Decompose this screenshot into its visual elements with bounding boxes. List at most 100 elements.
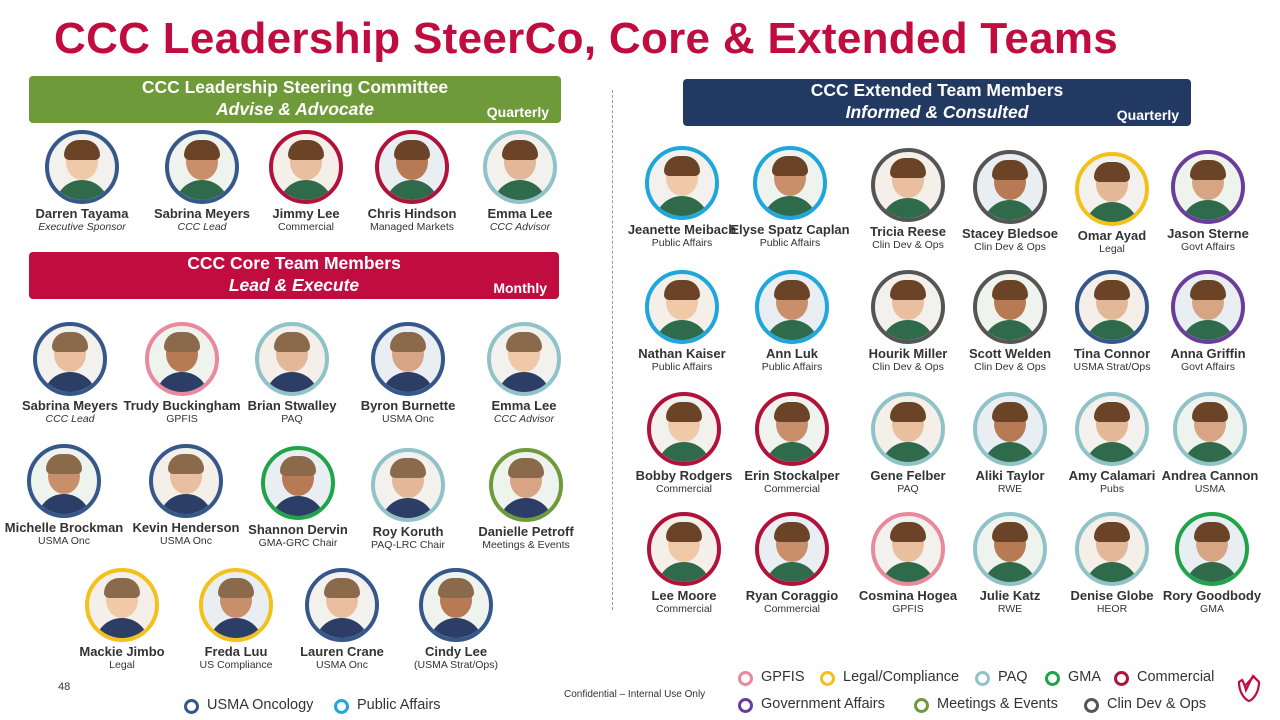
person-role: USMA Onc xyxy=(38,535,90,547)
avatar-hair xyxy=(992,522,1028,542)
person-role: CCC Advisor xyxy=(489,221,551,233)
person-role: USMA xyxy=(1194,483,1226,495)
legend-ring-icon xyxy=(184,699,199,714)
core-banner-subtitle: Lead & Execute xyxy=(228,275,360,295)
avatar-body xyxy=(265,372,319,392)
person-name: Andrea Cannon xyxy=(1161,468,1259,483)
avatar xyxy=(647,392,721,466)
avatar-body xyxy=(983,320,1037,340)
legend-ring-icon xyxy=(1045,671,1060,686)
steering-committee-banner: CCC Leadership Steering Committee Advise… xyxy=(29,76,561,123)
person-card-danielle-petroff: Danielle Petroff Meetings & Events xyxy=(456,448,596,552)
avatar-hair xyxy=(508,458,544,478)
avatar xyxy=(871,270,945,344)
avatar-hair xyxy=(774,402,810,422)
avatar-body xyxy=(159,494,213,514)
avatar xyxy=(871,392,945,466)
avatar-body xyxy=(175,180,229,200)
legend-item-gpfis: GPFIS xyxy=(738,669,805,686)
avatar xyxy=(1171,270,1245,344)
avatar-hair xyxy=(890,522,926,542)
avatar-body xyxy=(429,618,483,638)
avatar-body xyxy=(55,180,109,200)
avatar-hair xyxy=(772,156,808,176)
avatar xyxy=(371,448,445,522)
avatar-hair xyxy=(774,522,810,542)
avatar-body xyxy=(385,180,439,200)
avatar-hair xyxy=(1194,522,1230,542)
avatar-body xyxy=(37,494,91,514)
legend-item-commercial: Commercial xyxy=(1114,669,1214,686)
avatar xyxy=(1171,150,1245,224)
avatar-body xyxy=(983,442,1037,462)
avatar-body xyxy=(499,498,553,518)
person-card-jason-sterne: Jason Sterne Govt Affairs xyxy=(1138,150,1278,254)
legend-ring-icon xyxy=(1084,698,1099,713)
avatar-hair xyxy=(52,332,88,352)
person-name: Cindy Lee xyxy=(424,644,488,659)
avatar-hair xyxy=(46,454,82,474)
legend-ring-icon xyxy=(738,698,753,713)
avatar-hair xyxy=(164,332,200,352)
person-name: Emma Lee xyxy=(487,206,553,221)
person-card-anna-griffin: Anna Griffin Govt Affairs xyxy=(1138,270,1278,374)
extended-team-banner: CCC Extended Team Members Informed & Con… xyxy=(683,79,1191,126)
page-title: CCC Leadership SteerCo, Core & Extended … xyxy=(54,14,1119,63)
avatar-hair xyxy=(394,140,430,160)
avatar-body xyxy=(1085,320,1139,340)
avatar-hair xyxy=(1094,162,1130,182)
page-number: 48 xyxy=(58,681,71,693)
avatar xyxy=(419,568,493,642)
company-logo-icon xyxy=(1237,674,1261,702)
avatar-hair xyxy=(992,280,1028,300)
person-card-andrea-cannon: Andrea Cannon USMA xyxy=(1140,392,1280,496)
legend-label: Clin Dev & Ops xyxy=(1107,696,1207,712)
person-card-emma-lee: Emma Lee CCC Advisor xyxy=(450,130,590,234)
avatar-body xyxy=(43,372,97,392)
person-role: Meetings & Events xyxy=(482,539,570,551)
avatar-hair xyxy=(1094,522,1130,542)
legend-ring-icon xyxy=(914,698,929,713)
avatar xyxy=(85,568,159,642)
avatar xyxy=(871,148,945,222)
avatar xyxy=(753,146,827,220)
avatar-hair xyxy=(992,160,1028,180)
avatar-hair xyxy=(438,578,474,598)
avatar-hair xyxy=(390,332,426,352)
avatar-body xyxy=(983,562,1037,582)
avatar-hair xyxy=(1190,280,1226,300)
avatar-body xyxy=(1185,562,1239,582)
avatar xyxy=(255,322,329,396)
person-name: Rory Goodbody xyxy=(1162,588,1262,603)
avatar xyxy=(1175,512,1249,586)
avatar-body xyxy=(1085,442,1139,462)
avatar-body xyxy=(765,562,819,582)
core-banner-title: CCC Core Team Members xyxy=(187,253,401,273)
legend-label: Commercial xyxy=(1137,669,1215,685)
avatar xyxy=(1075,512,1149,586)
avatar xyxy=(1173,392,1247,466)
legend-ring-icon xyxy=(820,671,835,686)
avatar-body xyxy=(1183,442,1237,462)
avatar xyxy=(973,270,1047,344)
avatar-hair xyxy=(664,280,700,300)
avatar-hair xyxy=(218,578,254,598)
avatar xyxy=(305,568,379,642)
legend-item-paq: PAQ xyxy=(975,669,1028,686)
avatar-hair xyxy=(104,578,140,598)
avatar-body xyxy=(315,618,369,638)
avatar-hair xyxy=(1094,402,1130,422)
avatar-body xyxy=(95,618,149,638)
avatar-body xyxy=(493,180,547,200)
legend-item-gma: GMA xyxy=(1045,669,1101,686)
avatar xyxy=(483,130,557,204)
person-name: Michelle Brockman xyxy=(4,520,124,535)
legend-item-government-affairs: Government Affairs xyxy=(738,696,885,713)
avatar xyxy=(27,444,101,518)
avatar-body xyxy=(655,320,709,340)
avatar xyxy=(33,322,107,396)
person-role: CCC Advisor xyxy=(493,413,555,425)
avatar-body xyxy=(279,180,333,200)
avatar-hair xyxy=(774,280,810,300)
legend-label: Meetings & Events xyxy=(937,696,1058,712)
